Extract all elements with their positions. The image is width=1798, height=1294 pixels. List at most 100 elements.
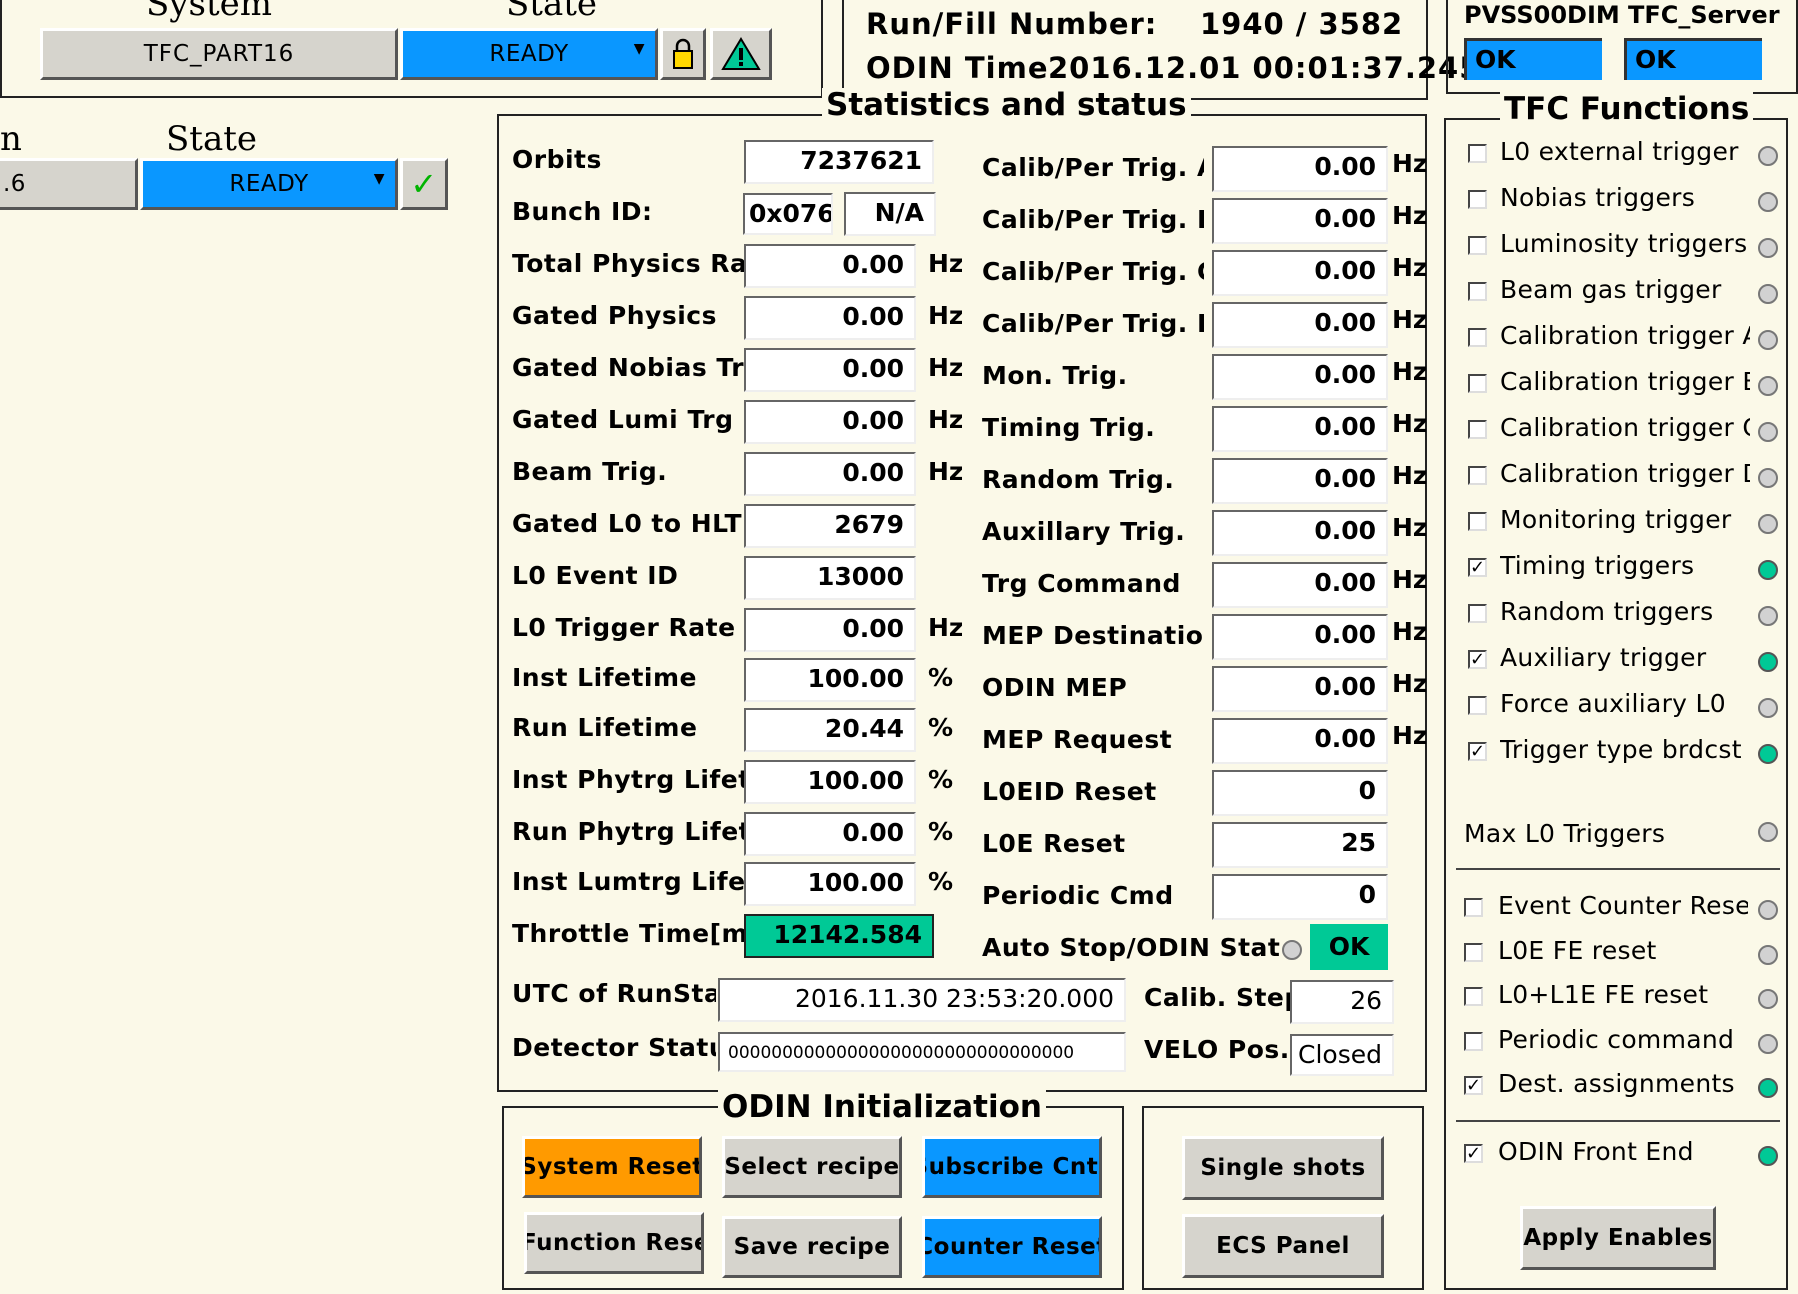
counter-reset-button[interactable]: Counter Reset xyxy=(922,1216,1102,1278)
second-system-button[interactable]: .6 xyxy=(0,158,138,210)
stat-unit: Hz xyxy=(928,301,962,330)
stat-value-field: 0.00 xyxy=(1212,354,1388,400)
function-status-led xyxy=(1758,468,1778,488)
stat-unit: Hz xyxy=(1392,565,1426,594)
function-status-led xyxy=(1758,744,1778,764)
max-l0-triggers-label: Max L0 Triggers xyxy=(1464,819,1666,848)
stat-value-field: 100.00 xyxy=(744,862,916,906)
system-name-button[interactable]: TFC_PART16 xyxy=(40,28,398,80)
tfc-divider-2 xyxy=(1456,1120,1780,1122)
stat-label: L0 Trigger Rate xyxy=(512,613,736,642)
stat-label: Periodic Cmd xyxy=(982,881,1174,910)
check-button[interactable]: ✓ xyxy=(400,158,448,210)
stat-label: Trg Command xyxy=(982,569,1181,598)
function-status-led xyxy=(1758,238,1778,258)
chevron-down-icon: ▼ xyxy=(373,171,385,187)
function-checkbox[interactable] xyxy=(1468,144,1487,163)
function-status-led xyxy=(1758,652,1778,672)
stat-value-field: 0.00 xyxy=(1212,562,1388,608)
function-checkbox[interactable] xyxy=(1464,898,1483,917)
stat-value-field: 0.00 xyxy=(744,452,916,496)
subscribe-counters-button[interactable]: Subscribe Cnts xyxy=(922,1136,1102,1198)
function-checkbox[interactable]: ✓ xyxy=(1468,650,1487,669)
function-checkbox[interactable] xyxy=(1468,512,1487,531)
select-recipe-button[interactable]: Select recipe xyxy=(722,1136,902,1198)
stat-unit: % xyxy=(928,713,954,742)
utc-field: 2016.11.30 23:53:20.000 xyxy=(718,978,1126,1022)
odin-front-end-checkbox[interactable]: ✓ xyxy=(1464,1144,1483,1163)
function-checkbox[interactable] xyxy=(1468,190,1487,209)
function-checkbox[interactable] xyxy=(1468,328,1487,347)
function-label: Beam gas trigger xyxy=(1500,275,1722,304)
system-reset-button[interactable]: System Reset xyxy=(522,1136,702,1198)
stat-label: Calib/Per Trig. D xyxy=(982,309,1204,338)
function-checkbox[interactable] xyxy=(1468,236,1487,255)
stat-label: Total Physics Rate xyxy=(512,249,744,278)
stat-unit: Hz xyxy=(928,457,962,486)
function-label: Force auxiliary L0 xyxy=(1500,689,1726,718)
pvss-label: PVSS00DIM xyxy=(1464,1,1620,29)
stat-label: MEP Destination xyxy=(982,621,1204,650)
function-reset-button[interactable]: Function Reset xyxy=(524,1212,704,1274)
state-header: State xyxy=(506,0,598,24)
odin-init-title: ODIN Initialization xyxy=(718,1090,1046,1124)
stat-unit: Hz xyxy=(1392,669,1426,698)
function-checkbox[interactable] xyxy=(1468,466,1487,485)
save-recipe-button[interactable]: Save recipe xyxy=(722,1216,902,1278)
stat-unit: Hz xyxy=(1392,513,1426,542)
odin-time-value: 2016.12.01 00:01:37.245 xyxy=(1048,51,1464,85)
stat-label: Gated L0 to HLT xyxy=(512,509,743,538)
function-label: L0+L1E FE reset xyxy=(1498,980,1709,1009)
function-checkbox[interactable] xyxy=(1468,374,1487,393)
odin-front-end-led xyxy=(1758,1146,1778,1166)
stat-value-field: 100.00 xyxy=(744,658,916,702)
auto-stop-led xyxy=(1282,940,1302,960)
function-label: Auxiliary trigger xyxy=(1500,643,1707,672)
function-checkbox[interactable] xyxy=(1464,942,1483,962)
function-checkbox[interactable]: ✓ xyxy=(1468,742,1487,761)
second-system-header: n xyxy=(0,119,22,159)
stat-unit: % xyxy=(928,817,954,846)
function-label: Random triggers xyxy=(1500,597,1714,626)
function-status-led xyxy=(1758,606,1778,626)
second-state-dropdown[interactable]: READY ▼ xyxy=(140,158,398,210)
ecs-panel-button[interactable]: ECS Panel xyxy=(1182,1214,1384,1278)
function-checkbox[interactable] xyxy=(1468,282,1487,301)
stat-label: L0EID Reset xyxy=(982,777,1157,806)
state-dropdown-value: READY xyxy=(489,41,569,67)
stat-value-field: 0.00 xyxy=(1212,250,1388,296)
function-status-led xyxy=(1758,514,1778,534)
function-label: Event Counter Reset xyxy=(1498,891,1748,920)
function-checkbox[interactable] xyxy=(1468,604,1487,623)
function-status-led xyxy=(1758,422,1778,442)
warning-button[interactable] xyxy=(710,28,772,80)
state-dropdown[interactable]: READY ▼ xyxy=(400,28,658,80)
stat-value-field: 0 xyxy=(1212,874,1388,920)
apply-enables-button[interactable]: Apply Enables xyxy=(1520,1206,1716,1270)
function-label: L0E FE reset xyxy=(1498,935,1657,965)
stat-label: Inst Lifetime xyxy=(512,663,697,692)
velo-pos-label: VELO Pos. xyxy=(1144,1035,1290,1064)
stat-label: Orbits xyxy=(512,145,602,174)
function-status-led xyxy=(1758,1033,1778,1054)
stat-value-field: 12142.584 xyxy=(744,914,934,958)
single-shots-button[interactable]: Single shots xyxy=(1182,1136,1384,1200)
function-checkbox[interactable]: ✓ xyxy=(1468,558,1487,577)
stat-label: Random Trig. xyxy=(982,465,1175,494)
function-label: Monitoring trigger xyxy=(1500,505,1732,534)
detector-status-field: 00000000000000000000000000000000 xyxy=(718,1032,1126,1072)
function-checkbox[interactable] xyxy=(1468,696,1487,715)
function-checkbox[interactable] xyxy=(1464,1031,1483,1051)
stat-unit: Hz xyxy=(1392,409,1426,438)
odin-time-label: ODIN Time xyxy=(866,51,1049,85)
function-checkbox[interactable] xyxy=(1468,420,1487,439)
function-checkbox[interactable] xyxy=(1464,987,1483,1006)
stat-value-field: N/A xyxy=(844,192,936,236)
stat-unit: Hz xyxy=(1392,305,1426,334)
function-checkbox[interactable]: ✓ xyxy=(1464,1076,1483,1095)
lock-button[interactable] xyxy=(660,28,706,80)
stat-label: Beam Trig. xyxy=(512,457,668,486)
stat-label: L0E Reset xyxy=(982,829,1126,858)
lock-icon xyxy=(673,38,693,69)
odin-front-end-label: ODIN Front End xyxy=(1498,1137,1694,1166)
